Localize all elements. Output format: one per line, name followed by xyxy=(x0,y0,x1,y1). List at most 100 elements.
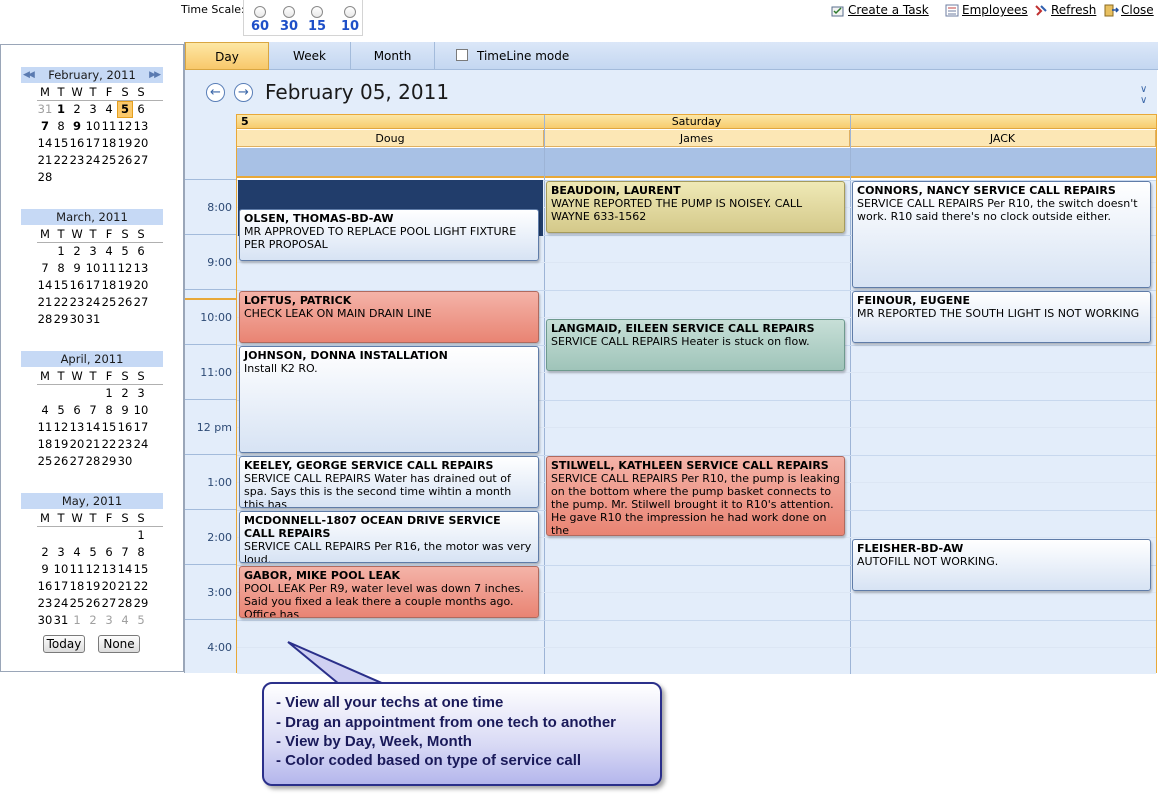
time-scale-radio-30[interactable] xyxy=(283,6,295,18)
day-cell[interactable]: 30 xyxy=(69,311,85,328)
appointment[interactable]: LOFTUS, PATRICK CHECK LEAK ON MAIN DRAIN … xyxy=(239,291,539,343)
day-cell[interactable]: 3 xyxy=(133,385,149,402)
time-scale-radio-60[interactable] xyxy=(254,6,266,18)
day-cell[interactable]: 11 xyxy=(37,419,53,436)
day-cell[interactable]: 14 xyxy=(37,135,53,152)
day-cell[interactable]: 23 xyxy=(69,152,85,169)
chevron-double-down-icon[interactable]: ∨ ∨ xyxy=(1140,84,1147,106)
day-cell[interactable]: 27 xyxy=(101,595,117,612)
day-cell[interactable]: 1 xyxy=(133,527,149,544)
day-cell[interactable]: 10 xyxy=(53,561,69,578)
day-cell[interactable]: 8 xyxy=(133,544,149,561)
day-cell[interactable]: 4 xyxy=(37,402,53,419)
appointment[interactable]: OLSEN, THOMAS-BD-AW MR APPROVED TO REPLAC… xyxy=(239,208,539,261)
appointment[interactable]: BEAUDOIN, LAURENT WAYNE REPORTED THE PUMP… xyxy=(546,181,845,233)
day-cell[interactable]: 16 xyxy=(69,277,85,294)
day-cell[interactable]: 22 xyxy=(133,578,149,595)
day-cell[interactable]: 9 xyxy=(37,561,53,578)
close-button[interactable]: Close xyxy=(1104,3,1154,17)
day-cell[interactable]: 6 xyxy=(101,544,117,561)
time-scale-radio-10[interactable] xyxy=(344,6,356,18)
day-cell[interactable]: 7 xyxy=(85,402,101,419)
day-cell[interactable]: 25 xyxy=(101,294,117,311)
day-cell[interactable]: 28 xyxy=(37,311,53,328)
day-cell[interactable]: 11 xyxy=(69,561,85,578)
day-cell[interactable]: 8 xyxy=(101,402,117,419)
day-cell[interactable]: 23 xyxy=(117,436,133,453)
timeline-mode-checkbox[interactable] xyxy=(456,49,468,61)
day-cell[interactable]: 24 xyxy=(133,436,149,453)
day-cell[interactable]: 1 xyxy=(101,385,117,402)
day-cell[interactable]: 5 xyxy=(117,243,133,260)
none-button[interactable]: None xyxy=(98,635,140,653)
day-cell[interactable]: 21 xyxy=(85,436,101,453)
day-cell[interactable]: 26 xyxy=(53,453,69,470)
day-cell[interactable]: 26 xyxy=(117,152,133,169)
day-cell[interactable]: 18 xyxy=(37,436,53,453)
day-cell[interactable]: 1 xyxy=(69,612,85,629)
day-cell[interactable]: 28 xyxy=(85,453,101,470)
day-cell[interactable]: 8 xyxy=(53,118,69,135)
next-day-button[interactable]: → xyxy=(234,83,253,102)
day-cell[interactable]: 19 xyxy=(117,277,133,294)
day-cell[interactable]: 17 xyxy=(85,135,101,152)
day-cell[interactable]: 18 xyxy=(69,578,85,595)
day-cell[interactable]: 27 xyxy=(133,294,149,311)
day-cell[interactable]: 4 xyxy=(69,544,85,561)
day-cell[interactable]: 11 xyxy=(101,118,117,135)
day-cell[interactable]: 13 xyxy=(133,118,149,135)
day-cell[interactable]: 14 xyxy=(37,277,53,294)
day-cell[interactable]: 15 xyxy=(53,135,69,152)
day-cell[interactable]: 23 xyxy=(37,595,53,612)
day-cell[interactable]: 20 xyxy=(133,277,149,294)
appointment[interactable]: MCDONNELL-1807 OCEAN DRIVE SERVICE CALL … xyxy=(239,511,539,563)
day-cell[interactable]: 15 xyxy=(133,561,149,578)
day-cell[interactable]: 2 xyxy=(117,385,133,402)
refresh-button[interactable]: Refresh xyxy=(1034,3,1096,17)
appointment[interactable]: FEINOUR, EUGENE MR REPORTED THE SOUTH LIG… xyxy=(852,291,1151,343)
day-cell[interactable]: 20 xyxy=(101,578,117,595)
day-cell[interactable]: 13 xyxy=(69,419,85,436)
day-cell[interactable]: 7 xyxy=(37,118,53,135)
tab-week[interactable]: Week xyxy=(269,42,351,70)
day-cell[interactable]: 14 xyxy=(117,561,133,578)
day-cell[interactable]: 28 xyxy=(117,595,133,612)
day-cell[interactable]: 15 xyxy=(53,277,69,294)
day-cell[interactable]: 10 xyxy=(85,260,101,277)
day-cell[interactable]: 23 xyxy=(69,294,85,311)
day-cell[interactable]: 20 xyxy=(133,135,149,152)
day-cell[interactable]: 24 xyxy=(53,595,69,612)
day-cell[interactable]: 31 xyxy=(37,101,53,118)
day-cell[interactable]: 22 xyxy=(101,436,117,453)
day-cell[interactable]: 10 xyxy=(85,118,101,135)
day-cell[interactable]: 24 xyxy=(85,294,101,311)
today-button[interactable]: Today xyxy=(43,635,85,653)
day-cell[interactable]: 15 xyxy=(101,419,117,436)
employees-button[interactable]: Employees xyxy=(945,3,1028,17)
appointment[interactable]: JOHNSON, DONNA INSTALLATION Install K2 RO… xyxy=(239,346,539,453)
day-cell[interactable]: 8 xyxy=(53,260,69,277)
day-cell[interactable]: 12 xyxy=(117,260,133,277)
day-cell[interactable]: 4 xyxy=(101,101,117,118)
day-cell[interactable]: 10 xyxy=(133,402,149,419)
appointment[interactable]: LANGMAID, EILEEN SERVICE CALL REPAIRS SER… xyxy=(546,318,845,371)
day-cell[interactable]: 9 xyxy=(117,402,133,419)
appointment[interactable]: KEELEY, GEORGE SERVICE CALL REPAIRS SERVI… xyxy=(239,456,539,508)
day-cell[interactable]: 6 xyxy=(133,243,149,260)
day-cell[interactable]: 12 xyxy=(53,419,69,436)
day-cell[interactable]: 24 xyxy=(85,152,101,169)
day-cell[interactable]: 3 xyxy=(53,544,69,561)
prev-month-icon[interactable]: ◀◀ xyxy=(23,67,35,83)
day-cell[interactable]: 22 xyxy=(53,152,69,169)
day-cell[interactable]: 22 xyxy=(53,294,69,311)
day-cell[interactable]: 19 xyxy=(117,135,133,152)
day-cell[interactable]: 5 xyxy=(53,402,69,419)
day-cell[interactable]: 7 xyxy=(117,544,133,561)
day-cell[interactable]: 13 xyxy=(101,561,117,578)
appointment[interactable]: FLEISHER-BD-AW AUTOFILL NOT WORKING. xyxy=(852,538,1151,591)
day-cell[interactable]: 7 xyxy=(37,260,53,277)
day-cell[interactable]: 14 xyxy=(85,419,101,436)
day-cell[interactable]: 31 xyxy=(85,311,101,328)
day-cell[interactable]: 26 xyxy=(85,595,101,612)
day-cell[interactable]: 29 xyxy=(101,453,117,470)
